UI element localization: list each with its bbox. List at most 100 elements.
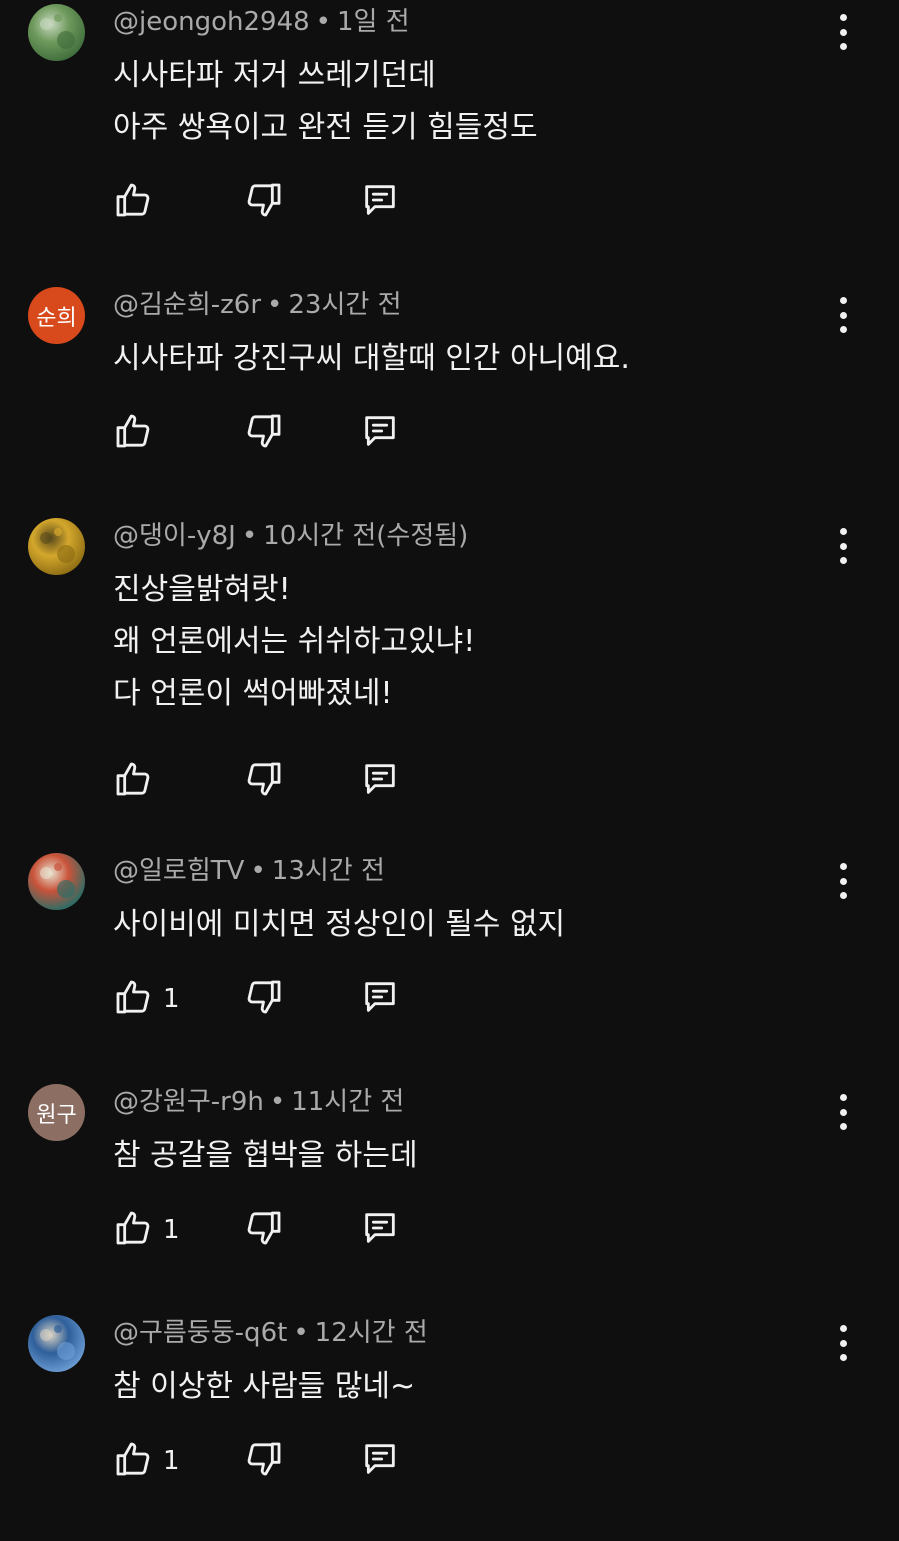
comment-timestamp[interactable]: 23시간 전 (288, 290, 401, 320)
avatar[interactable]: 원구 (28, 1084, 85, 1141)
comment-item: @jeongoh2948 • 1일 전시사타파 저거 쓰레기던데아주 쌍욕이고 완전… (0, 0, 899, 230)
comment-timestamp[interactable]: 1일 전 (337, 7, 410, 37)
comment-text-line: 다 언론이 썩어빠졌네! (113, 676, 393, 711)
comment-item: 원구 @강원구-r9h • 11시간 전참 공갈을 협박을 하는데 1 (0, 1080, 899, 1310)
comment-text-line: 아주 쌍욕이고 완전 듣기 힘들정도 (113, 110, 538, 145)
comment-meta: @일로힘TV • 13시간 전 (113, 855, 385, 887)
avatar-image (28, 518, 85, 575)
more-options-button[interactable] (831, 528, 855, 564)
avatar[interactable] (28, 4, 85, 61)
dislike-button[interactable] (244, 180, 284, 224)
dislike-button[interactable] (244, 759, 284, 803)
comment-author[interactable]: @jeongoh2948 (113, 7, 310, 37)
reply-button[interactable] (359, 977, 401, 1021)
comment-author[interactable]: @강원구-r9h (113, 1087, 264, 1117)
thumb-down-icon (244, 1439, 284, 1483)
dislike-button[interactable] (244, 411, 284, 455)
comment-meta: @댕이-y8J • 10시간 전(수정됨) (113, 520, 468, 552)
comment-actions (113, 411, 413, 455)
comment-text: 시사타파 강진구씨 대할때 인간 아니예요. (113, 333, 630, 385)
more-vertical-icon (839, 297, 847, 333)
comment-text-line: 왜 언론에서는 쉬쉬하고있냐! (113, 624, 476, 659)
reply-comment-icon (359, 1208, 401, 1252)
comment-item: @구름둥둥-q6t • 12시간 전참 이상한 사람들 많네~ 1 (0, 1311, 899, 1541)
like-count: 1 (163, 1446, 180, 1476)
like-count: 1 (163, 984, 180, 1014)
thumb-up-icon (113, 180, 153, 224)
comment-text-line: 사이비에 미치면 정상인이 될수 없지 (113, 907, 566, 942)
comment-timestamp[interactable]: 12시간 전 (315, 1318, 428, 1348)
dislike-button[interactable] (244, 1208, 284, 1252)
avatar-initials: 원구 (36, 1102, 77, 1128)
avatar-image (28, 4, 85, 61)
dislike-button[interactable] (244, 1439, 284, 1483)
avatar[interactable] (28, 1315, 85, 1372)
like-button[interactable] (113, 411, 153, 455)
comment-text-line: 시사타파 저거 쓰레기던데 (113, 58, 436, 93)
comment-item: @댕이-y8J • 10시간 전(수정됨) 진상을밝혀랏! 왜 언론에서는 쉬쉬하고있냐… (0, 514, 899, 796)
meta-separator: • (293, 1318, 309, 1348)
like-count: 1 (163, 1215, 180, 1245)
comment-timestamp[interactable]: 13시간 전 (272, 856, 385, 886)
more-options-button[interactable] (831, 1325, 855, 1361)
comment-meta: @김순희-z6r • 23시간 전 (113, 289, 401, 321)
comment-text-line: 참 공갈을 협박을 하는데 (113, 1138, 418, 1173)
comment-timestamp[interactable]: 10시간 전(수정됨) (263, 521, 468, 551)
thumb-up-icon (113, 759, 153, 803)
comment-text: 참 공갈을 협박을 하는데 (113, 1130, 418, 1182)
more-options-button[interactable] (831, 297, 855, 333)
dislike-button[interactable] (244, 977, 284, 1021)
meta-separator: • (241, 521, 258, 551)
like-button[interactable]: 1 (113, 1208, 180, 1252)
more-options-button[interactable] (831, 14, 855, 50)
like-button[interactable] (113, 180, 153, 224)
avatar[interactable]: 순희 (28, 287, 85, 344)
like-button[interactable] (113, 759, 153, 803)
comment-author[interactable]: @구름둥둥-q6t (113, 1318, 287, 1348)
meta-separator: • (267, 290, 283, 320)
thumb-up-icon (113, 1208, 153, 1252)
like-button[interactable]: 1 (113, 1439, 180, 1483)
avatar-initials: 순희 (36, 305, 77, 331)
comment-meta: @강원구-r9h • 11시간 전 (113, 1086, 404, 1118)
comment-text: 사이비에 미치면 정상인이 될수 없지 (113, 899, 565, 951)
thumb-up-icon (113, 1439, 153, 1483)
more-vertical-icon (839, 1325, 847, 1361)
comment-author[interactable]: @일로힘TV (113, 856, 244, 886)
avatar[interactable] (28, 853, 85, 910)
thumb-down-icon (244, 180, 284, 224)
reply-button[interactable] (359, 1439, 401, 1483)
avatar-image (28, 853, 85, 910)
reply-button[interactable] (359, 759, 401, 803)
more-options-button[interactable] (831, 1094, 855, 1130)
meta-separator: • (250, 856, 266, 886)
comment-text: 시사타파 저거 쓰레기던데아주 쌍욕이고 완전 듣기 힘들정도 (113, 50, 538, 154)
reply-button[interactable] (359, 1208, 401, 1252)
comment-actions (113, 180, 413, 224)
more-vertical-icon (839, 14, 847, 50)
comment-actions (113, 759, 413, 803)
meta-separator: • (269, 1087, 286, 1117)
comment-text: 참 이상한 사람들 많네~ (113, 1361, 415, 1413)
reply-comment-icon (359, 977, 401, 1021)
reply-comment-icon (359, 1439, 401, 1483)
comment-meta: @구름둥둥-q6t • 12시간 전 (113, 1317, 428, 1349)
comment-item: 순희 @김순희-z6r • 23시간 전시사타파 강진구씨 대할때 인간 아니예요. (0, 283, 899, 513)
reply-comment-icon (359, 411, 401, 455)
comment-item: @일로힘TV • 13시간 전사이비에 미치면 정상인이 될수 없지 1 (0, 849, 899, 1079)
reply-button[interactable] (359, 180, 401, 224)
comment-meta: @jeongoh2948 • 1일 전 (113, 6, 410, 38)
comment-timestamp[interactable]: 11시간 전 (291, 1087, 404, 1117)
avatar-image (28, 1315, 85, 1372)
more-vertical-icon (839, 1094, 847, 1130)
avatar[interactable] (28, 518, 85, 575)
comment-author[interactable]: @댕이-y8J (113, 521, 236, 551)
comment-text-line: 시사타파 강진구씨 대할때 인간 아니예요. (113, 341, 630, 376)
more-options-button[interactable] (831, 863, 855, 899)
reply-button[interactable] (359, 411, 401, 455)
thumb-down-icon (244, 411, 284, 455)
comment-author[interactable]: @김순희-z6r (113, 290, 261, 320)
like-button[interactable]: 1 (113, 977, 180, 1021)
thumb-up-icon (113, 411, 153, 455)
more-vertical-icon (839, 528, 847, 564)
